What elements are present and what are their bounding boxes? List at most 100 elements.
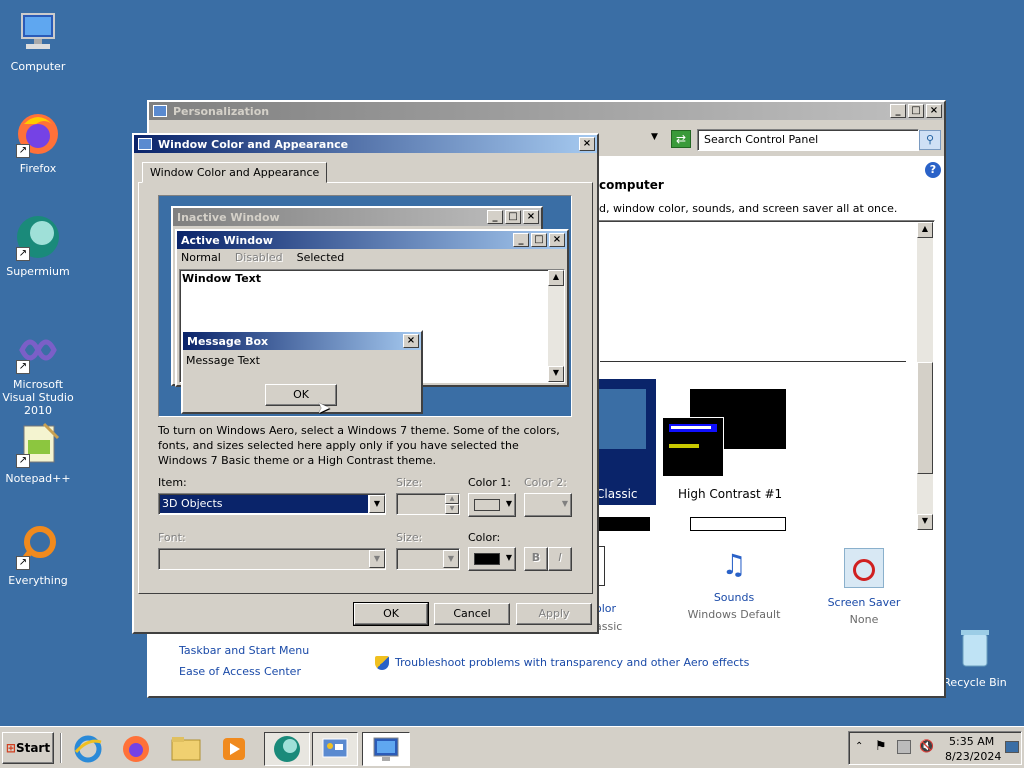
help-icon[interactable]: ? bbox=[925, 162, 941, 178]
scroll-up-button[interactable]: ▲ bbox=[917, 222, 933, 238]
troubleshoot-link[interactable]: Troubleshoot problems with transparency … bbox=[395, 656, 749, 669]
taskbar-supermium-icon[interactable] bbox=[264, 732, 310, 766]
italic-button[interactable]: I bbox=[548, 547, 572, 571]
computer-icon bbox=[14, 8, 62, 56]
window-title: Personalization bbox=[173, 104, 270, 118]
theme-classic[interactable]: Classic bbox=[596, 379, 656, 505]
menu-disabled[interactable]: Disabled bbox=[235, 251, 283, 265]
recycle-bin-icon bbox=[951, 624, 999, 672]
color1-label: Color 1: bbox=[468, 476, 511, 489]
font-color-picker[interactable]: ▼ bbox=[468, 547, 516, 571]
preview-scrollbar: ▲ ▼ bbox=[548, 270, 564, 382]
maximize-button[interactable]: □ bbox=[908, 104, 924, 118]
network-icon[interactable] bbox=[897, 740, 911, 754]
taskbar-control-panel-icon[interactable] bbox=[312, 732, 358, 766]
desktop-icon-everything[interactable]: ↗ Everything bbox=[0, 522, 76, 587]
firefox-icon: ↗ bbox=[14, 110, 62, 158]
color2-label: Color 2: bbox=[524, 476, 567, 489]
taskbar-explorer-icon[interactable] bbox=[166, 732, 206, 766]
preview-inactive-title: Inactive Window bbox=[177, 210, 280, 224]
color1-picker[interactable]: ▼ bbox=[468, 493, 516, 517]
chevron-down-icon: ▼ bbox=[505, 499, 512, 508]
menu-normal[interactable]: Normal bbox=[181, 251, 221, 265]
search-input[interactable]: Search Control Panel bbox=[697, 129, 919, 151]
item-label: Item: bbox=[158, 476, 187, 489]
desktop-icon-firefox[interactable]: ↗ Firefox bbox=[0, 110, 76, 175]
clock-date[interactable]: 8/23/2024 bbox=[945, 750, 1001, 763]
color2-picker[interactable]: ▼ bbox=[524, 493, 572, 517]
maximize-button: □ bbox=[505, 210, 521, 224]
cancel-button[interactable]: Cancel bbox=[434, 603, 510, 625]
taskbar-firefox-icon[interactable] bbox=[116, 732, 156, 766]
link-label: Sounds bbox=[713, 591, 755, 604]
preview-message-box[interactable]: Message Box × Message Text OK ➤ bbox=[181, 330, 423, 417]
minimize-button: _ bbox=[513, 233, 529, 247]
window-color-dialog[interactable]: Window Color and Appearance × Window Col… bbox=[132, 133, 599, 634]
scroll-down-button[interactable]: ▼ bbox=[917, 514, 933, 530]
font-size-select[interactable]: ▼ bbox=[396, 548, 460, 570]
size-spinner[interactable]: ▲ ▼ bbox=[396, 493, 460, 515]
desktop-icon-label: Supermium bbox=[6, 265, 70, 278]
screen-saver-link[interactable]: Screen Saver None bbox=[809, 548, 919, 634]
desktop-icon-notepadpp[interactable]: ↗ Notepad++ bbox=[0, 420, 76, 485]
desktop-icon-computer[interactable]: Computer bbox=[0, 8, 76, 73]
font-select[interactable]: ▼ bbox=[158, 548, 386, 570]
theme-high-contrast-1[interactable]: High Contrast #1 bbox=[662, 389, 786, 505]
desktop-icon-label: Microsoft Visual Studio 2010 bbox=[2, 378, 74, 417]
sounds-icon: ♫ bbox=[721, 548, 747, 581]
item-select[interactable]: 3D Objects ▼ bbox=[158, 493, 386, 515]
dialog-titlebar[interactable]: Window Color and Appearance × bbox=[134, 135, 597, 153]
font-color-swatch bbox=[474, 553, 500, 565]
taskbar-ie-icon[interactable] bbox=[68, 732, 108, 766]
see-also-taskbar-link[interactable]: Taskbar and Start Menu bbox=[179, 644, 309, 657]
desktop-icon-label: Recycle Bin bbox=[943, 676, 1007, 689]
dialog-title: Window Color and Appearance bbox=[158, 137, 349, 151]
show-hidden-icons-button[interactable]: ⌃ bbox=[855, 741, 863, 752]
apply-button[interactable]: Apply bbox=[516, 603, 592, 625]
see-also-ease-of-access-link[interactable]: Ease of Access Center bbox=[179, 665, 301, 678]
theme-list[interactable]: Classic High Contrast #1 bbox=[595, 220, 935, 532]
everything-icon: ↗ bbox=[14, 522, 62, 570]
theme-list-scrollbar[interactable]: ▲ ▼ bbox=[917, 222, 933, 530]
control-panel-icon bbox=[153, 105, 167, 117]
window-color-link[interactable]: olor assic bbox=[595, 546, 635, 636]
personalization-titlebar[interactable]: Personalization _ □ × bbox=[149, 102, 944, 120]
address-dropdown-arrow-icon[interactable]: ▼ bbox=[651, 132, 658, 142]
clock-time[interactable]: 5:35 AM bbox=[949, 735, 994, 748]
start-button[interactable]: ⊞Start bbox=[2, 732, 54, 764]
color1-swatch bbox=[474, 499, 500, 511]
close-button: × bbox=[523, 210, 539, 224]
desktop-icon-visual-studio[interactable]: ↗ Microsoft Visual Studio 2010 bbox=[0, 326, 76, 417]
chevron-down-icon[interactable]: ▼ bbox=[369, 495, 385, 513]
action-center-flag-icon[interactable]: ⚑ bbox=[875, 739, 887, 754]
refresh-button[interactable]: ⇄ bbox=[671, 130, 691, 148]
preview-active-title: Active Window bbox=[181, 233, 273, 247]
desktop-icon-recycle-bin[interactable]: Recycle Bin bbox=[937, 624, 1013, 689]
preview-window-text: Window Text bbox=[182, 272, 262, 285]
tab-window-color[interactable]: Window Color and Appearance bbox=[142, 162, 328, 183]
notepadpp-icon: ↗ bbox=[14, 420, 62, 468]
desktop-icon-label: Everything bbox=[8, 574, 68, 587]
desktop-icon-supermium[interactable]: ↗ Supermium bbox=[0, 213, 76, 278]
ok-button[interactable]: OK bbox=[353, 602, 429, 626]
theme-divider bbox=[600, 361, 906, 362]
chevron-down-icon[interactable]: ▼ bbox=[443, 550, 459, 568]
taskbar-personalization-icon[interactable] bbox=[362, 732, 410, 766]
minimize-button[interactable]: _ bbox=[890, 104, 906, 118]
chevron-down-icon[interactable]: ▼ bbox=[369, 550, 385, 568]
mouse-cursor-icon: ➤ bbox=[317, 398, 331, 417]
scroll-thumb[interactable] bbox=[917, 362, 933, 474]
volume-muted-icon[interactable]: 🔇 bbox=[919, 739, 934, 753]
bold-button[interactable]: B bbox=[524, 547, 548, 571]
taskbar-divider bbox=[60, 733, 62, 763]
taskbar-media-player-icon[interactable] bbox=[214, 732, 254, 766]
dialog-app-icon bbox=[138, 138, 152, 150]
taskbar: ⊞Start ⌃ ⚑ 🔇 5:35 AM 8/23/2024 bbox=[0, 726, 1024, 768]
show-desktop-icon[interactable] bbox=[1005, 741, 1019, 753]
close-button[interactable]: × bbox=[579, 137, 595, 151]
menu-selected[interactable]: Selected bbox=[297, 251, 345, 265]
close-button[interactable]: × bbox=[926, 104, 942, 118]
sounds-link[interactable]: ♫ Sounds Windows Default bbox=[679, 548, 789, 634]
appearance-preview[interactable]: Inactive Window _ □ × Active Window _ □ … bbox=[158, 195, 572, 417]
search-icon[interactable]: ⚲ bbox=[919, 130, 941, 150]
